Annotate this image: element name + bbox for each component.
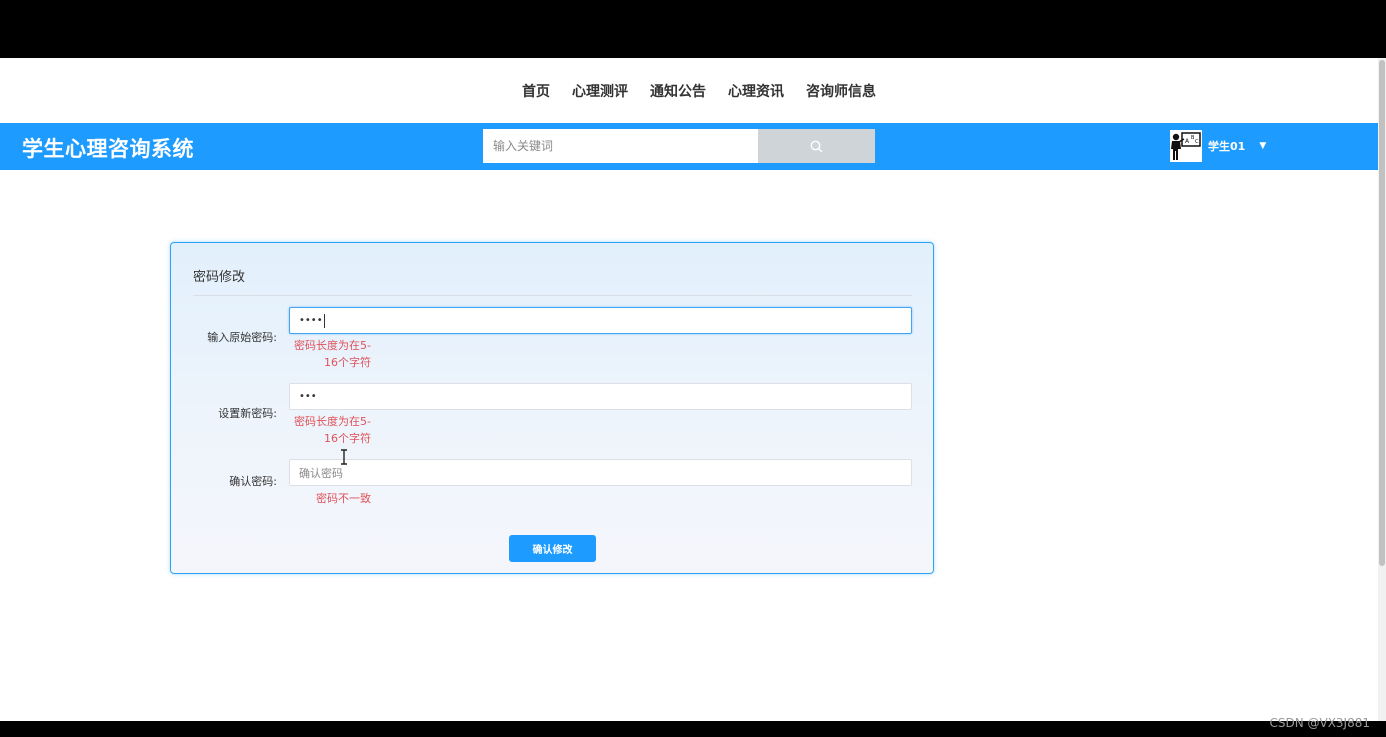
confirm-change-button[interactable]: 确认修改 <box>509 535 596 562</box>
old-password-value: •••• <box>299 315 323 326</box>
new-password-error: 密码长度为在5- 16个字符 <box>294 413 371 447</box>
divider <box>193 295 912 296</box>
top-nav: 首页 心理测评 通知公告 心理资讯 咨询师信息 <box>0 58 1378 123</box>
top-letterbox <box>0 0 1386 58</box>
new-password-input[interactable]: ••• <box>289 383 912 410</box>
old-password-error: 密码长度为在5- 16个字符 <box>294 337 371 371</box>
teacher-avatar-icon: A B C <box>1170 130 1202 162</box>
old-password-label: 输入原始密码: <box>207 331 277 344</box>
nav-item-home[interactable]: 首页 <box>522 81 550 101</box>
confirm-password-input[interactable]: 确认密码 <box>289 459 912 486</box>
text-cursor-icon <box>341 449 347 465</box>
caret-down-icon: ▼ <box>1259 141 1267 151</box>
search-button[interactable] <box>758 129 875 163</box>
site-title: 学生心理咨询系统 <box>22 137 194 161</box>
text-caret <box>323 313 325 328</box>
old-password-input[interactable]: •••• <box>289 307 912 334</box>
nav-item-announcements[interactable]: 通知公告 <box>650 81 706 101</box>
watermark: CSDN @VX3J881 <box>1269 716 1370 730</box>
old-password-error-line2: 16个字符 <box>323 356 371 369</box>
confirm-password-label: 确认密码: <box>229 475 277 488</box>
user-menu[interactable]: A B C 学生01 ▼ <box>1170 126 1266 166</box>
page: 首页 心理测评 通知公告 心理资讯 咨询师信息 学生心理咨询系统 A B C <box>0 58 1386 721</box>
nav-item-assessment[interactable]: 心理测评 <box>572 81 628 101</box>
confirm-password-placeholder: 确认密码 <box>299 466 343 480</box>
header-bar: 学生心理咨询系统 A B C 学生01 <box>0 123 1378 170</box>
nav-item-news[interactable]: 心理资讯 <box>728 81 784 101</box>
scrollbar-thumb[interactable] <box>1379 60 1385 566</box>
user-name: 学生01 <box>1208 140 1246 153</box>
avatar: A B C <box>1170 130 1202 162</box>
confirm-password-error: 密码不一致 <box>316 492 371 505</box>
scrollbar[interactable] <box>1378 58 1386 721</box>
bottom-letterbox: CSDN @VX3J881 <box>0 716 1386 737</box>
new-password-label: 设置新密码: <box>218 407 277 420</box>
search-input[interactable] <box>483 129 758 163</box>
old-password-error-line1: 密码长度为在5- <box>294 339 371 352</box>
new-password-error-line2: 16个字符 <box>323 432 371 445</box>
new-password-error-line1: 密码长度为在5- <box>294 415 371 428</box>
new-password-value: ••• <box>299 391 317 402</box>
svg-text:C: C <box>1195 139 1199 145</box>
password-change-card: 密码修改 输入原始密码: •••• 密码长度为在5- 16个字符 设置新密码: … <box>170 242 934 574</box>
search-icon <box>810 140 823 152</box>
card-title: 密码修改 <box>193 270 246 285</box>
nav-item-counselors[interactable]: 咨询师信息 <box>806 81 876 101</box>
